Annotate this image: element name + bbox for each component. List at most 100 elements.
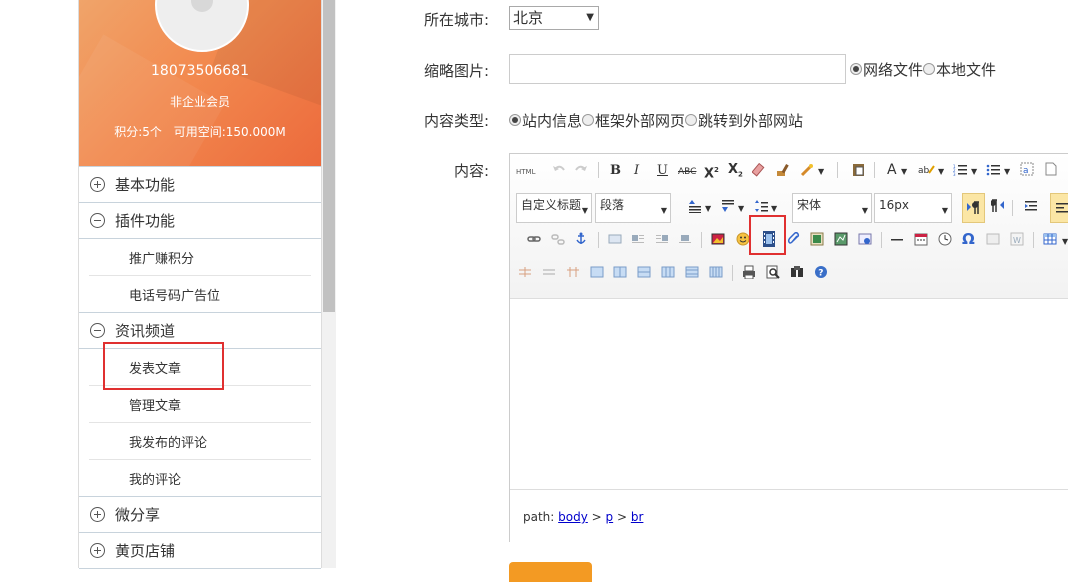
chevron-down-icon[interactable]: ▼ xyxy=(705,201,711,217)
radio-label: 站内信息 xyxy=(522,112,583,130)
merge-right-icon[interactable] xyxy=(613,265,627,279)
menu-plugin[interactable]: 插件功能 xyxy=(79,202,321,239)
rtl-icon[interactable] xyxy=(991,199,1005,213)
radio-network-file[interactable] xyxy=(850,63,862,75)
sidebar-scrollbar[interactable] xyxy=(322,0,336,568)
word-paste-icon[interactable]: W xyxy=(1010,232,1024,246)
new-document-icon[interactable] xyxy=(1044,162,1058,176)
print-icon[interactable] xyxy=(742,265,756,279)
font-size-select[interactable]: 16px ▼ xyxy=(874,193,952,223)
menu-item-phone-ad[interactable]: 电话号码广告位 xyxy=(89,276,311,313)
horizontal-rule-icon[interactable] xyxy=(890,232,904,246)
scrollbar-thumb[interactable] xyxy=(323,0,335,312)
thumb-input[interactable] xyxy=(509,54,846,84)
insert-image-icon[interactable] xyxy=(711,232,725,246)
split-cols-icon[interactable] xyxy=(709,265,723,279)
image-right-icon[interactable] xyxy=(655,232,669,246)
radio-frame[interactable] xyxy=(582,114,595,126)
scrawl-icon[interactable] xyxy=(834,232,848,246)
undo-icon[interactable] xyxy=(552,163,566,177)
superscript-icon[interactable]: X2 xyxy=(704,162,719,182)
radio-local-file[interactable] xyxy=(923,63,936,75)
type-label: 内容类型: xyxy=(423,112,489,130)
ordered-list-icon[interactable]: 123 xyxy=(953,163,967,177)
menu-yellowpage[interactable]: 黄页店铺 xyxy=(79,532,321,569)
help-icon[interactable]: ? xyxy=(814,265,828,279)
preview-icon[interactable] xyxy=(766,265,780,279)
merge-cells-icon[interactable] xyxy=(590,265,604,279)
chevron-down-icon[interactable]: ▼ xyxy=(1004,164,1010,180)
chevron-down-icon[interactable]: ▼ xyxy=(738,201,744,217)
chevron-down-icon: ▼ xyxy=(660,206,667,215)
chevron-down-icon[interactable]: ▼ xyxy=(901,164,907,180)
select-all-icon[interactable]: a xyxy=(1020,162,1034,176)
line-height-icon[interactable] xyxy=(754,199,768,213)
image-none-icon[interactable] xyxy=(608,232,622,246)
gallery-icon[interactable] xyxy=(810,232,824,246)
delete-row-icon[interactable] xyxy=(542,265,556,279)
justify-left-button[interactable] xyxy=(1050,193,1068,223)
row-spacing-top-icon[interactable] xyxy=(688,199,702,213)
paste-icon[interactable] xyxy=(852,162,866,176)
path-br[interactable]: br xyxy=(631,510,644,524)
ltr-button[interactable] xyxy=(962,193,985,223)
radio-redirect[interactable] xyxy=(685,114,698,126)
radio-internal[interactable] xyxy=(509,114,521,126)
paragraph-select[interactable]: 段落 ▼ xyxy=(595,193,671,223)
strikethrough-icon[interactable]: ABC xyxy=(678,164,696,180)
menu-item-my-comments[interactable]: 我的评论 xyxy=(89,460,311,497)
format-painter-icon[interactable] xyxy=(776,163,790,177)
heading-select[interactable]: 自定义标题 ▼ xyxy=(516,193,592,223)
link-icon[interactable] xyxy=(527,232,541,246)
chevron-down-icon[interactable]: ▼ xyxy=(938,164,944,180)
font-color-icon[interactable]: A xyxy=(887,162,897,178)
search-replace-icon[interactable] xyxy=(790,265,804,279)
italic-icon[interactable]: I xyxy=(634,163,639,179)
subscript-icon[interactable]: X2 xyxy=(728,162,743,183)
chevron-down-icon[interactable]: ▼ xyxy=(818,164,824,180)
bold-icon[interactable]: B xyxy=(610,163,621,179)
editor-content-area[interactable] xyxy=(510,299,1068,489)
submit-button[interactable] xyxy=(509,562,592,582)
emotion-icon[interactable] xyxy=(736,232,750,246)
chevron-down-icon[interactable]: ▼ xyxy=(971,164,977,180)
map-icon[interactable] xyxy=(858,232,872,246)
insert-col-icon[interactable] xyxy=(566,265,580,279)
menu-item-my-comments-posted[interactable]: 我发布的评论 xyxy=(89,423,311,460)
city-select[interactable]: 北京 ▼ xyxy=(509,6,599,30)
path-body[interactable]: body xyxy=(558,510,588,524)
redo-icon[interactable] xyxy=(574,163,588,177)
anchor-icon[interactable] xyxy=(574,232,588,246)
image-center-icon[interactable] xyxy=(678,232,692,246)
menu-item-manage-article[interactable]: 管理文章 xyxy=(89,386,311,423)
special-chars-icon[interactable]: Ω xyxy=(962,231,975,247)
insert-row-icon[interactable] xyxy=(518,265,532,279)
menu-weishare[interactable]: 微分享 xyxy=(79,496,321,533)
date-icon[interactable] xyxy=(914,232,928,246)
path-p[interactable]: p xyxy=(606,510,614,524)
merge-down-icon[interactable] xyxy=(637,265,651,279)
eraser-icon[interactable] xyxy=(752,163,766,177)
chevron-down-icon: ▼ xyxy=(861,206,868,215)
chevron-down-icon[interactable]: ▼ xyxy=(1062,234,1068,250)
attachment-icon[interactable] xyxy=(787,232,801,246)
auto-format-icon[interactable] xyxy=(800,163,814,177)
unordered-list-icon[interactable] xyxy=(986,163,1000,177)
insert-table-icon[interactable] xyxy=(1043,232,1057,246)
editor-path-bar: path: body > p > br xyxy=(510,489,1068,542)
background-color-icon[interactable]: ab xyxy=(918,163,936,177)
menu-item-promote[interactable]: 推广赚积分 xyxy=(89,239,311,276)
row-spacing-bottom-icon[interactable] xyxy=(721,199,735,213)
indent-icon[interactable] xyxy=(1024,199,1038,213)
profile-card: 18073506681 非企业会员 积分:5个 可用空间:150.000M xyxy=(79,0,321,167)
font-family-select[interactable]: 宋体 ▼ xyxy=(792,193,872,223)
wordimage-icon[interactable] xyxy=(986,232,1000,246)
underline-icon[interactable]: U xyxy=(657,163,668,179)
source-html-icon[interactable]: HTML xyxy=(516,163,536,177)
menu-basic[interactable]: 基本功能 xyxy=(79,166,321,203)
split-rows-icon[interactable] xyxy=(685,265,699,279)
split-cells-icon[interactable] xyxy=(661,265,675,279)
unlink-icon[interactable] xyxy=(551,232,565,246)
image-left-icon[interactable] xyxy=(631,232,645,246)
time-icon[interactable] xyxy=(938,232,952,246)
